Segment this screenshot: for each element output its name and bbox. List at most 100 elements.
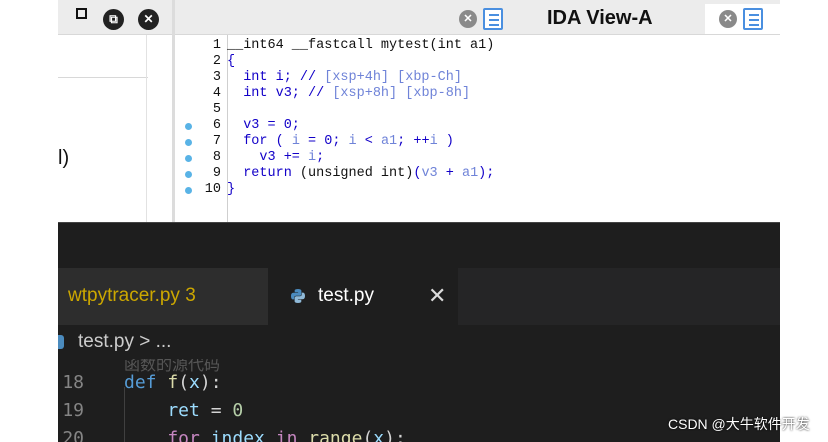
ida-left-pane: l) <box>58 34 175 223</box>
line-number: 20 <box>62 428 84 442</box>
pane-divider <box>58 77 148 78</box>
code-token: in <box>264 428 309 442</box>
line-number: 7 <box>212 134 221 149</box>
line-source: v3 = 0; <box>227 118 300 134</box>
tab-test-py[interactable]: test.py ✕ <box>268 268 458 325</box>
code-token: for <box>124 428 211 442</box>
breakpoint-dot-icon[interactable] <box>185 155 192 162</box>
editor-line[interactable]: 18 def f(x): <box>58 369 780 397</box>
code-token: for ( <box>227 134 292 149</box>
code-token: < <box>356 134 381 149</box>
tab-close-icon[interactable]: ✕ <box>719 10 737 28</box>
line-number: 3 <box>212 70 221 85</box>
code-token: range <box>308 428 363 442</box>
pseudocode-line[interactable]: 3 int i; // [xsp+4h] [xbp-Ch] <box>175 70 775 86</box>
python-icon <box>291 289 305 303</box>
python-icon <box>58 335 64 349</box>
close-window-icon[interactable]: ✕ <box>138 9 159 30</box>
code-token: = 0; <box>299 134 349 149</box>
close-icon[interactable]: ✕ <box>428 283 446 309</box>
code-token: v3 = 0; <box>227 118 300 133</box>
code-token: ret <box>124 400 200 421</box>
tab-wtpytracer[interactable]: wtpytracer.py 3 <box>58 268 268 325</box>
pseudocode-line[interactable]: 1 __int64 __fastcall mytest(int a1) <box>175 38 775 54</box>
code-token: ; <box>316 150 325 165</box>
code-token: a1 <box>380 134 398 149</box>
pseudocode-line[interactable]: 6 v3 = 0; <box>175 118 775 134</box>
watermark: CSDN @大牛软件开发 <box>668 416 810 432</box>
line-number: 2 <box>212 54 221 69</box>
line-source: v3 += i; <box>227 150 324 166</box>
code-token: a1 <box>461 166 479 181</box>
breakpoint-dot-icon[interactable] <box>185 187 192 194</box>
line-number: 19 <box>62 400 84 421</box>
document-icon <box>743 8 763 30</box>
code-token: { <box>227 54 236 69</box>
line-source: int v3; // [xsp+8h] [xbp-8h] <box>227 86 470 102</box>
breakpoint-dot-icon[interactable] <box>185 171 192 178</box>
tab-label: test.py <box>318 285 374 306</box>
code-token: i <box>348 134 357 149</box>
line-source: { <box>227 54 235 70</box>
code-token: + <box>437 166 462 181</box>
maximize-window-icon[interactable] <box>76 8 87 19</box>
tab-close-icon[interactable]: ✕ <box>459 10 477 28</box>
vscode-title-area <box>58 222 780 269</box>
code-token: ) <box>437 134 454 149</box>
line-source: } <box>227 182 235 198</box>
document-icon <box>483 8 503 30</box>
code-token: 0 <box>232 400 244 421</box>
line-source: int i; // [xsp+4h] [xbp-Ch] <box>227 70 462 86</box>
code-token: x <box>373 428 385 442</box>
code-token: __int64 __fastcall mytest(int a1) <box>227 38 495 53</box>
code-token: [xsp+8h] [xbp-8h] <box>332 86 471 101</box>
pseudocode-line[interactable]: 5 <box>175 102 775 118</box>
line-number: 5 <box>212 102 221 117</box>
pseudocode-line[interactable]: 8 v3 += i; <box>175 150 775 166</box>
pseudocode-line[interactable]: 10} <box>175 182 775 198</box>
breadcrumb-path[interactable]: test.py > ... <box>78 331 171 353</box>
line-number: 1 <box>212 38 221 53</box>
breakpoint-dot-icon[interactable] <box>185 123 192 130</box>
line-number: 18 <box>62 372 84 393</box>
code-token: i <box>429 134 438 149</box>
code-token: [xsp+4h] [xbp-Ch] <box>324 70 462 85</box>
tab-ida-view-a[interactable]: ✕ IDA View-A <box>445 4 705 34</box>
truncated-text: l) <box>58 147 70 169</box>
line-source: for ( i = 0; i < a1; ++i ) <box>227 134 454 150</box>
restore-window-icon[interactable]: ⧉ <box>103 9 124 30</box>
line-source: ret = 0 <box>124 397 243 425</box>
code-token: v3 <box>421 166 438 181</box>
tab-label: IDA View-A <box>547 7 653 29</box>
pseudocode-line[interactable]: 2{ <box>175 54 775 70</box>
pane-separator <box>146 35 147 223</box>
breadcrumb[interactable]: test.py > ... <box>58 325 780 359</box>
code-token: index <box>210 428 265 442</box>
pseudocode-line[interactable]: 7 for ( i = 0; i < a1; ++i ) <box>175 134 775 150</box>
pseudocode-line[interactable]: 9 return (unsigned int)(v3 + a1); <box>175 166 775 182</box>
code-token: ): <box>199 372 222 393</box>
pseudocode-line[interactable]: 4 int v3; // [xsp+8h] [xbp-8h] <box>175 86 775 102</box>
code-token: } <box>227 182 236 197</box>
pseudocode-view[interactable]: 1 __int64 __fastcall mytest(int a1) 2{3 in… <box>175 34 780 223</box>
editor-tab-bar: wtpytracer.py 3 test.py ✕ <box>58 268 780 325</box>
code-token: ; ++ <box>397 134 430 149</box>
code-token: i <box>308 150 317 165</box>
code-token: ): <box>384 428 406 442</box>
code-token: def <box>124 372 168 393</box>
tab-pseudocode[interactable]: ✕ <box>705 4 780 34</box>
code-token: i <box>291 134 300 149</box>
code-token: ); <box>478 166 495 181</box>
code-token: ( <box>178 372 190 393</box>
line-number: 4 <box>212 86 221 101</box>
code-token: int i; // <box>227 70 325 85</box>
code-token: int v3; // <box>227 86 333 101</box>
breakpoint-dot-icon[interactable] <box>185 139 192 146</box>
code-token: (unsigned int) <box>299 166 414 181</box>
code-token: v3 += <box>227 150 309 165</box>
tab-label: wtpytracer.py 3 <box>68 285 196 306</box>
line-source: def f(x): <box>124 369 222 397</box>
code-token: = <box>199 400 233 421</box>
line-number: 6 <box>212 118 221 133</box>
code-token: return <box>227 166 300 181</box>
